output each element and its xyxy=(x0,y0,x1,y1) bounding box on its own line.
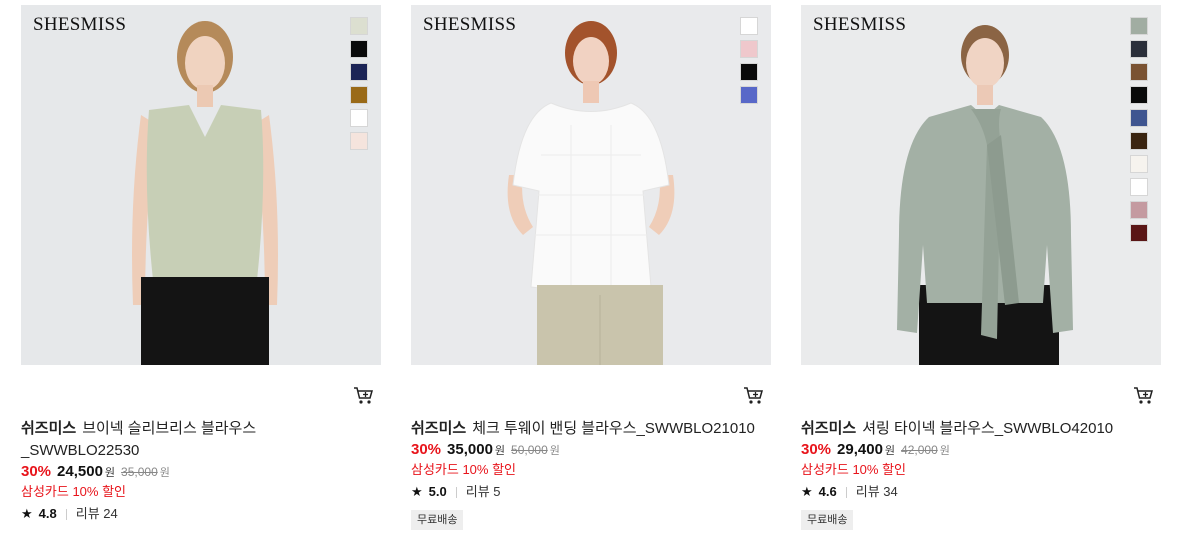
cart-icon xyxy=(744,387,763,404)
product-name: 체크 투웨이 밴딩 블라우스_SWWBLO21010 xyxy=(472,420,755,437)
free-shipping-badge: 무료배송 xyxy=(801,510,854,530)
product-title[interactable]: 쉬즈미스 브이넥 슬리브리스 블라우스 _SWWBLO22530 xyxy=(21,418,373,462)
brand-logo: SHESMISS xyxy=(423,14,517,35)
card-promo: 삼성카드 10% 할인 xyxy=(801,462,907,477)
color-swatches xyxy=(1130,17,1148,247)
review-count: 리뷰 34 xyxy=(855,484,898,499)
rating-score: 4.6 xyxy=(818,484,837,499)
color-swatch[interactable] xyxy=(1130,178,1148,196)
add-to-cart-button[interactable] xyxy=(743,386,765,406)
rating-line: ★ 4.6 리뷰 34 xyxy=(801,483,1161,501)
product-image[interactable]: SHESMISS xyxy=(21,5,381,365)
review-count: 리뷰 24 xyxy=(75,506,118,521)
star-icon: ★ xyxy=(801,484,813,499)
color-swatch[interactable] xyxy=(740,17,758,35)
original-price: 35,000 xyxy=(121,465,158,479)
color-swatch[interactable] xyxy=(1130,17,1148,35)
currency: 원 xyxy=(884,445,896,457)
free-shipping-badge: 무료배송 xyxy=(411,510,464,530)
rating-score: 5.0 xyxy=(428,484,447,499)
divider xyxy=(65,508,67,520)
currency: 원 xyxy=(104,467,116,479)
star-icon: ★ xyxy=(21,506,33,521)
product-card[interactable]: SHESMISS 쉬즈미스 체크 투웨이 밴딩 블라우스_SWWBLO21010 … xyxy=(411,5,771,530)
product-photo xyxy=(411,5,771,365)
color-swatch[interactable] xyxy=(350,132,368,150)
color-swatch[interactable] xyxy=(1130,40,1148,58)
product-name: 브이넥 슬리브리스 블라우스 xyxy=(82,420,257,437)
discount-rate: 30% xyxy=(411,441,442,458)
color-swatch[interactable] xyxy=(350,63,368,81)
color-swatch[interactable] xyxy=(1130,224,1148,242)
product-name: 셔링 타이넥 블라우스_SWWBLO42010 xyxy=(862,420,1114,437)
rating-line: ★ 4.8 리뷰 24 xyxy=(21,505,381,523)
product-card[interactable]: SHESMISS 쉬즈미스 셔링 타이넥 블라우스_SWWBLO42010 30%… xyxy=(801,5,1161,530)
review-count: 리뷰 5 xyxy=(465,484,501,499)
price-line: 30% 29,400 원 42,000 원 xyxy=(801,440,1161,461)
cart-icon xyxy=(354,387,373,404)
original-currency: 원 xyxy=(939,445,950,457)
color-swatches xyxy=(350,17,368,155)
product-photo xyxy=(801,5,1161,365)
color-swatch[interactable] xyxy=(350,86,368,104)
color-swatch[interactable] xyxy=(350,109,368,127)
rating-score: 4.8 xyxy=(38,506,57,521)
product-title[interactable]: 쉬즈미스 체크 투웨이 밴딩 블라우스_SWWBLO21010 xyxy=(411,418,763,440)
discount-rate: 30% xyxy=(801,441,832,458)
rating-line: ★ 5.0 리뷰 5 xyxy=(411,483,771,501)
color-swatch[interactable] xyxy=(1130,201,1148,219)
color-swatch[interactable] xyxy=(740,63,758,81)
product-photo xyxy=(21,5,381,365)
product-title[interactable]: 쉬즈미스 셔링 타이넥 블라우스_SWWBLO42010 xyxy=(801,418,1153,440)
currency: 원 xyxy=(494,445,506,457)
divider xyxy=(845,486,847,498)
color-swatch[interactable] xyxy=(1130,86,1148,104)
original-currency: 원 xyxy=(549,445,560,457)
brand-name: 쉬즈미스 xyxy=(21,420,77,437)
product-name-cont: _SWWBLO22530 xyxy=(21,442,140,459)
brand-logo: SHESMISS xyxy=(33,14,127,35)
color-swatch[interactable] xyxy=(350,17,368,35)
original-price: 42,000 xyxy=(901,443,938,457)
card-promo: 삼성카드 10% 할인 xyxy=(21,484,127,499)
sale-price: 29,400 xyxy=(837,441,883,458)
color-swatch[interactable] xyxy=(1130,109,1148,127)
product-image[interactable]: SHESMISS xyxy=(411,5,771,365)
original-currency: 원 xyxy=(159,467,170,479)
brand-logo: SHESMISS xyxy=(813,14,907,35)
discount-rate: 30% xyxy=(21,463,52,480)
color-swatch[interactable] xyxy=(1130,63,1148,81)
product-image[interactable]: SHESMISS xyxy=(801,5,1161,365)
divider xyxy=(455,486,457,498)
color-swatch[interactable] xyxy=(740,86,758,104)
brand-name: 쉬즈미스 xyxy=(411,420,467,437)
brand-name: 쉬즈미스 xyxy=(801,420,857,437)
sale-price: 24,500 xyxy=(57,463,103,480)
card-promo: 삼성카드 10% 할인 xyxy=(411,462,517,477)
original-price: 50,000 xyxy=(511,443,548,457)
sale-price: 35,000 xyxy=(447,441,493,458)
price-line: 30% 35,000 원 50,000 원 xyxy=(411,440,771,461)
add-to-cart-button[interactable] xyxy=(1133,386,1155,406)
star-icon: ★ xyxy=(411,484,423,499)
color-swatch[interactable] xyxy=(350,40,368,58)
color-swatch[interactable] xyxy=(740,40,758,58)
color-swatch[interactable] xyxy=(1130,155,1148,173)
price-line: 30% 24,500 원 35,000 원 xyxy=(21,462,381,483)
color-swatches xyxy=(740,17,758,109)
cart-icon xyxy=(1134,387,1153,404)
color-swatch[interactable] xyxy=(1130,132,1148,150)
product-card[interactable]: SHESMISS 쉬즈미스 브이넥 슬리브리스 블라우스 _SWWBLO22530… xyxy=(21,5,381,521)
add-to-cart-button[interactable] xyxy=(353,386,375,406)
